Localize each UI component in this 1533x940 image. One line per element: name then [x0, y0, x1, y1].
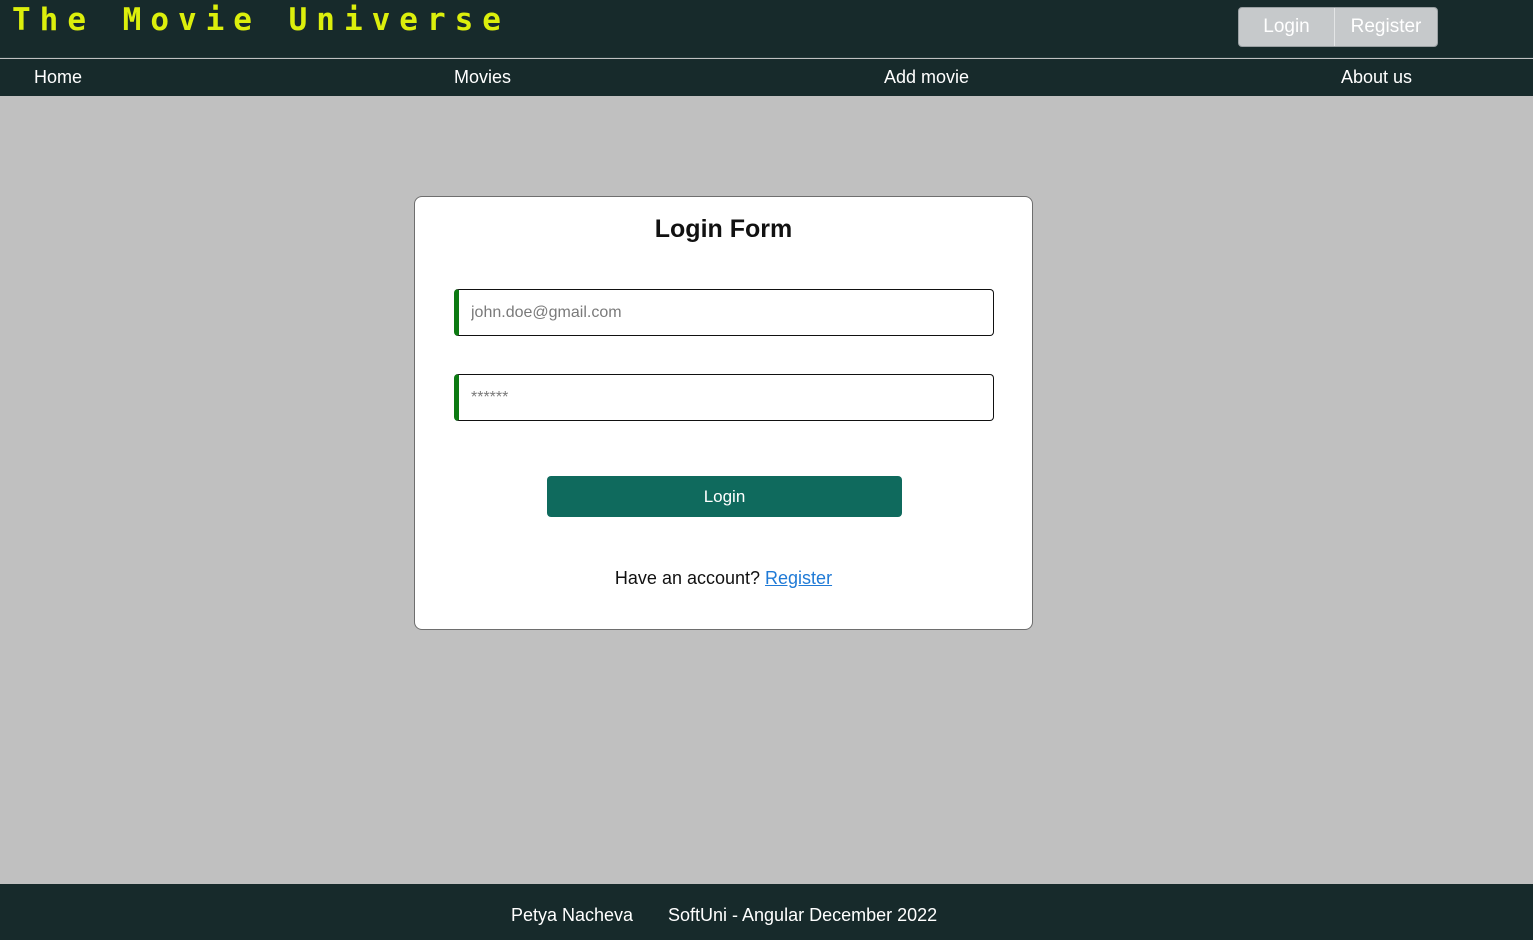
site-title[interactable]: The Movie Universe — [12, 2, 510, 38]
nav-home[interactable]: Home — [34, 67, 82, 88]
header-register-button[interactable]: Register — [1335, 8, 1437, 46]
register-link[interactable]: Register — [765, 568, 832, 588]
header-login-button[interactable]: Login — [1239, 8, 1335, 46]
footer-author: Petya Nacheva — [511, 905, 634, 925]
login-form-title: Login Form — [654, 215, 793, 243]
login-submit-button[interactable]: Login — [547, 476, 902, 517]
site-header: The Movie Universe Login Register — [0, 0, 1533, 58]
footer-course: SoftUni - Angular December 2022 — [668, 905, 938, 925]
nav-movies[interactable]: Movies — [454, 67, 511, 88]
auth-button-group: Login Register — [1238, 7, 1438, 47]
site-footer: Petya Nacheva SoftUni - Angular December… — [0, 884, 1533, 940]
account-prompt: Have an account? Register — [415, 568, 1032, 589]
login-form-card: Login Form Login Have an account? Regist… — [414, 196, 1033, 630]
nav-about-us[interactable]: About us — [1341, 67, 1412, 88]
nav-add-movie[interactable]: Add movie — [884, 67, 969, 88]
main-nav: Home Movies Add movie About us — [0, 59, 1533, 96]
email-field[interactable] — [454, 289, 994, 336]
password-field[interactable] — [454, 374, 994, 421]
account-prompt-text: Have an account? — [614, 568, 766, 588]
